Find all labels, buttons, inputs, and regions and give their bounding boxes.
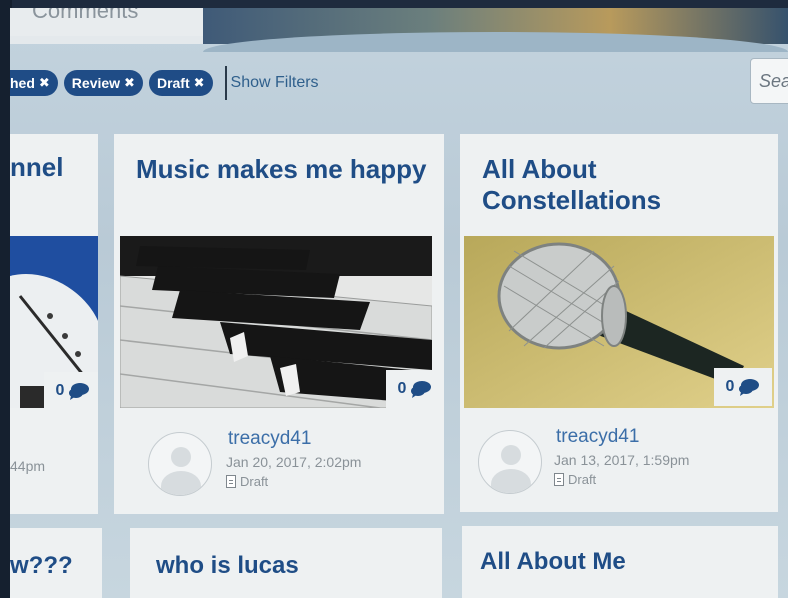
comment-bubble-icon [69,383,90,400]
post-card[interactable]: w??? [10,528,102,598]
post-title[interactable]: Music makes me happy [136,154,428,185]
filter-chip-review[interactable]: Review ✖ [63,70,143,96]
comment-count-value: 0 [397,380,407,397]
avatar-head [171,447,191,467]
filter-chip-published[interactable]: hed ✖ [10,70,58,96]
close-icon[interactable]: ✖ [39,75,50,91]
comment-bubble-icon [411,381,432,398]
search-input[interactable]: Sea [750,58,788,104]
avatar-body [491,469,531,493]
post-card[interactable]: All About Constellations 0 treacyd41 Jan… [460,134,778,512]
post-card[interactable]: nnel 0 44pm [10,134,98,514]
post-title[interactable]: nnel [10,152,82,183]
post-card[interactable]: who is lucas [130,528,442,598]
document-icon [226,475,236,488]
avatar-body [161,471,201,495]
post-status: Draft [226,474,268,489]
show-filters-link[interactable]: Show Filters [231,74,319,92]
post-card[interactable]: All About Me [462,526,778,598]
comment-bubble-icon [739,379,760,396]
post-date: 44pm [10,458,46,474]
post-date: Jan 20, 2017, 2:02pm [226,454,362,470]
post-status: Draft [554,472,596,487]
user-avatar-icon[interactable] [148,432,212,496]
post-card[interactable]: Music makes me happy 0 treacyd41 Jan 20,… [114,134,444,514]
post-title[interactable]: w??? [10,552,73,580]
filter-bar: hed ✖ Review ✖ Draft ✖ Show Filters [10,66,319,100]
filter-divider [224,66,227,100]
close-icon[interactable]: ✖ [124,75,135,91]
post-title[interactable]: All About Constellations [482,154,762,216]
close-icon[interactable]: ✖ [194,75,205,91]
tab-comments[interactable]: Comments [10,8,203,36]
comment-count-value: 0 [725,378,735,395]
blog-dashboard: Comments hed ✖ Review ✖ Draft ✖ Show Fil… [10,8,788,598]
post-status-label: Draft [568,472,597,487]
comment-count-value: 0 [55,382,65,399]
post-status-label: Draft [240,474,269,489]
search-placeholder: Sea [759,71,788,91]
tab-comments-label: Comments [32,8,139,23]
comment-count[interactable]: 0 [386,370,444,408]
post-author[interactable]: treacyd41 [228,428,311,450]
post-title[interactable]: All About Me [480,548,626,576]
filter-chip-label: Draft [156,75,190,91]
filter-chip-label: Review [71,75,121,91]
comment-count[interactable]: 0 [44,372,98,410]
post-author[interactable]: treacyd41 [556,426,639,448]
post-date: Jan 13, 2017, 1:59pm [554,452,690,468]
avatar-head [501,445,521,465]
banner-wave [203,32,788,52]
filter-chip-label: hed [10,75,35,91]
filter-chip-draft[interactable]: Draft ✖ [148,70,213,96]
document-icon [554,473,564,486]
user-avatar-icon[interactable] [478,430,542,494]
post-title[interactable]: who is lucas [156,552,299,580]
comment-count[interactable]: 0 [714,368,772,406]
